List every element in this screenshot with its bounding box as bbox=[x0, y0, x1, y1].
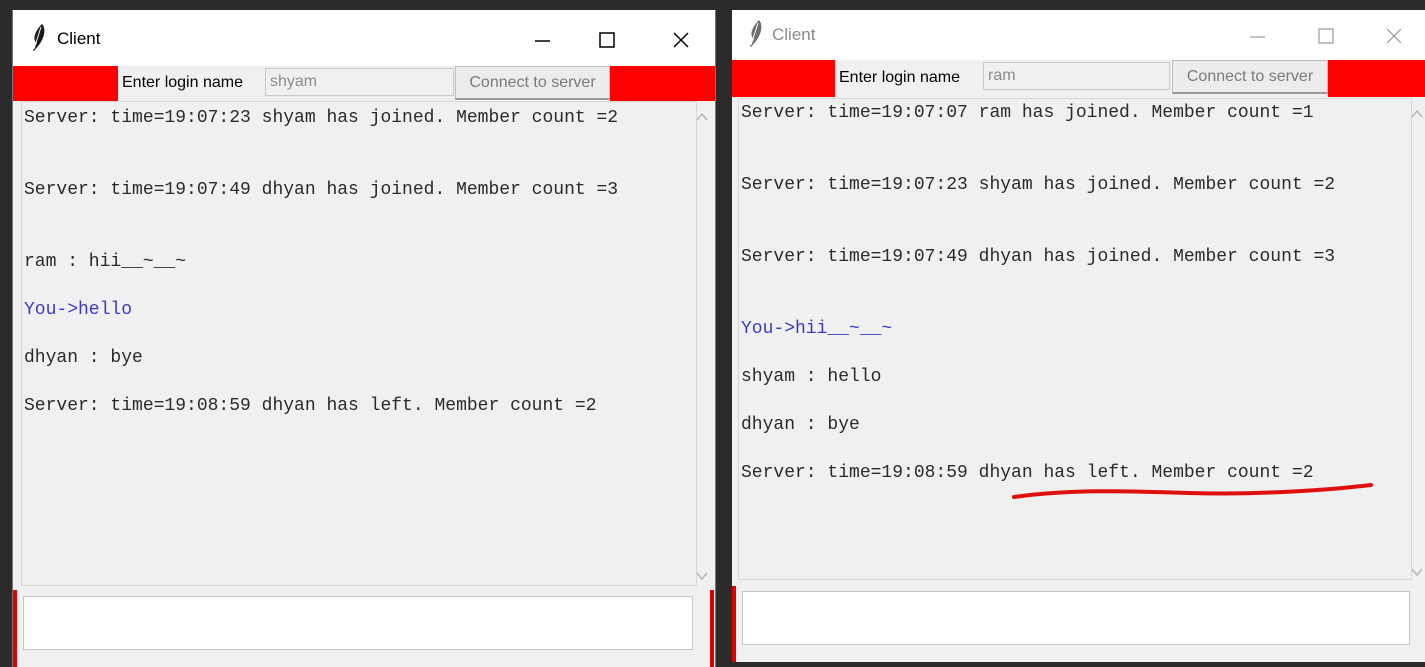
minimize-button[interactable] bbox=[523, 24, 563, 54]
login-panel: Enter login name Connect to server bbox=[118, 66, 610, 101]
chat-message: shyam : hello bbox=[741, 367, 882, 387]
window-title: Client bbox=[57, 29, 101, 48]
chat-message: ram : hii__~__~ bbox=[24, 252, 187, 272]
chat-message: dhyan : bye bbox=[741, 415, 860, 435]
connect-to-server-button[interactable]: Connect to server bbox=[455, 66, 610, 100]
chat-message: dhyan : bye bbox=[24, 348, 143, 368]
login-panel: Enter login name Connect to server bbox=[835, 60, 1328, 97]
red-underline-annotation bbox=[1012, 483, 1373, 499]
minimize-icon bbox=[1250, 36, 1265, 38]
maximize-button[interactable] bbox=[587, 24, 627, 54]
minimize-button[interactable] bbox=[1238, 21, 1278, 51]
message-input[interactable] bbox=[742, 591, 1410, 645]
left-red-edge bbox=[13, 590, 17, 667]
chat-message: Server: time=19:07:23 shyam has joined. … bbox=[741, 175, 1336, 195]
chat-message: Server: time=19:08:59 dhyan has left. Me… bbox=[24, 396, 597, 416]
maximize-button[interactable] bbox=[1306, 21, 1346, 51]
minimize-icon bbox=[535, 40, 550, 42]
close-icon bbox=[673, 32, 689, 48]
title-bar[interactable]: Client bbox=[13, 10, 715, 66]
message-input[interactable] bbox=[23, 596, 693, 650]
chat-message: Server: time=19:07:07 ram has joined. Me… bbox=[741, 103, 1314, 123]
chat-message-you: You->hello bbox=[24, 300, 133, 320]
chat-log[interactable]: Server: time=19:07:23 shyam has joined. … bbox=[21, 101, 697, 586]
close-button[interactable] bbox=[661, 24, 701, 54]
left-red-edge bbox=[732, 586, 736, 662]
chat-log[interactable]: Server: time=19:07:07 ram has joined. Me… bbox=[738, 98, 1412, 580]
connect-to-server-button[interactable]: Connect to server bbox=[1172, 60, 1328, 94]
right-red-edge bbox=[710, 590, 714, 667]
close-icon bbox=[1386, 28, 1402, 44]
login-name-input[interactable] bbox=[265, 68, 454, 96]
maximize-icon bbox=[599, 32, 615, 48]
login-toolbar: Enter login name Connect to server bbox=[732, 60, 1425, 97]
chat-message: Server: time=19:08:59 dhyan has left. Me… bbox=[741, 463, 1314, 483]
window-title: Client bbox=[772, 25, 816, 44]
feather-app-icon bbox=[33, 24, 45, 51]
login-name-label: Enter login name bbox=[122, 74, 243, 91]
client-window-shyam: Client Enter login name Connect to serve… bbox=[12, 10, 716, 667]
login-toolbar: Enter login name Connect to server bbox=[13, 66, 715, 101]
close-button[interactable] bbox=[1374, 21, 1414, 51]
feather-app-icon bbox=[750, 20, 762, 47]
chat-message: Server: time=19:07:23 shyam has joined. … bbox=[24, 108, 619, 128]
maximize-icon bbox=[1318, 28, 1334, 44]
client-window-ram: Client Enter login name Connect to serve… bbox=[732, 10, 1425, 662]
chat-message: Server: time=19:07:49 dhyan has joined. … bbox=[741, 247, 1336, 267]
scroll-up-arrow-icon[interactable] bbox=[695, 110, 709, 122]
chat-message-you: You->hii__~__~ bbox=[741, 319, 893, 339]
scroll-up-arrow-icon[interactable] bbox=[1410, 107, 1424, 119]
scroll-down-arrow-icon[interactable] bbox=[695, 570, 709, 582]
chat-message: Server: time=19:07:49 dhyan has joined. … bbox=[24, 180, 619, 200]
scroll-down-arrow-icon[interactable] bbox=[1410, 566, 1424, 578]
login-name-label: Enter login name bbox=[839, 69, 960, 86]
title-bar[interactable]: Client bbox=[732, 10, 1425, 60]
login-name-input[interactable] bbox=[983, 62, 1170, 90]
